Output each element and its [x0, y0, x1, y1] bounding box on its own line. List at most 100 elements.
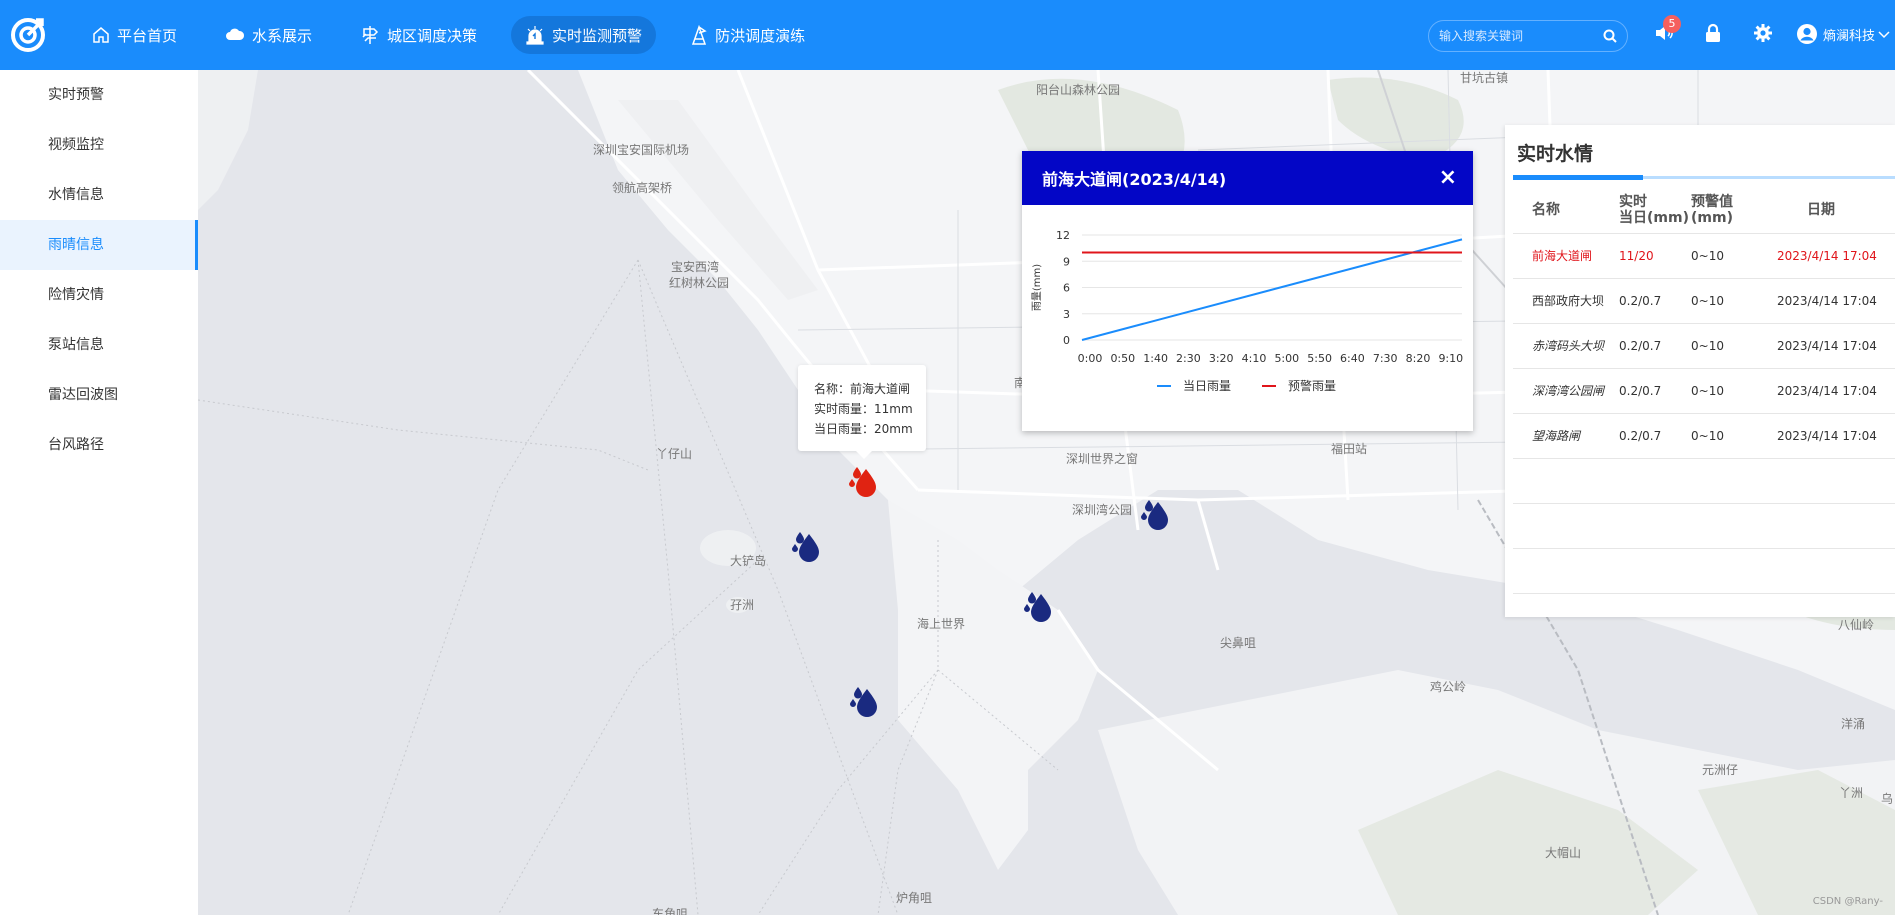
sidebar-item-pump-station[interactable]: 泵站信息 — [0, 320, 198, 370]
signpost-icon — [362, 26, 379, 44]
table-row[interactable]: 赤湾码头大坝 0.2/0.7 0~10 2023/4/14 17:04 — [1513, 323, 1895, 369]
sidebar-item-typhoon-path[interactable]: 台风路径 — [0, 420, 198, 470]
sidebar-item-water-info[interactable]: 水情信息 — [0, 170, 198, 220]
y-tick-label: 9 — [1063, 255, 1070, 268]
col-header-realtime: 实时 当日(mm) — [1611, 187, 1691, 234]
table-row[interactable]: 望海路闸 0.2/0.7 0~10 2023/4/14 17:04 — [1513, 413, 1895, 459]
row-value: 0.2/0.7 — [1611, 368, 1691, 414]
chevron-down-icon — [1878, 31, 1890, 39]
popup-header: 前海大道闸(2023/4/14) × — [1022, 151, 1473, 205]
rain-line-chart: 0 3 6 9 12 0:00 0:50 1:40 2:30 3:20 4:10 5:00 5:50 6:… — [1031, 229, 1463, 393]
rain-station-alert-icon[interactable] — [849, 465, 883, 499]
map-place-label: 东角咀 — [652, 907, 689, 915]
nav-flood-drill[interactable]: 防洪调度演练 — [676, 16, 819, 54]
map-place-label: 元洲仔 — [1702, 763, 1739, 777]
row-value: 0.2/0.7 — [1611, 323, 1691, 369]
tooltip-daily-rain: 当日雨量：20mm — [814, 422, 913, 436]
row-value: 11/20 — [1611, 233, 1691, 279]
table-row-empty — [1513, 548, 1895, 594]
col-header-realtime-a: 实时 — [1619, 193, 1647, 210]
nav-label: 平台首页 — [117, 26, 178, 45]
map-place-label: 领航高架桥 — [612, 181, 673, 195]
close-icon[interactable]: × — [1439, 167, 1457, 189]
row-date: 2023/4/14 17:04 — [1773, 278, 1895, 324]
nav-water-system[interactable]: 水系展示 — [211, 16, 326, 54]
map-place-label: 深圳宝安国际机场 — [593, 143, 690, 157]
sidebar-item-video-monitor[interactable]: 视频监控 — [0, 120, 198, 170]
row-value: 0.2/0.7 — [1611, 278, 1691, 324]
map-place-label: 炉角咀 — [896, 891, 933, 905]
home-icon — [93, 27, 109, 43]
table-row[interactable]: 前海大道闸 11/20 0~10 2023/4/14 17:04 — [1513, 233, 1895, 279]
map-place-label: 八仙岭 — [1838, 618, 1875, 632]
panel-title: 实时水情 — [1517, 143, 1594, 165]
nav-label: 城区调度决策 — [387, 26, 478, 45]
row-threshold: 0~10 — [1691, 413, 1773, 459]
row-value: 0.2/0.7 — [1611, 413, 1691, 459]
user-avatar-icon — [1797, 24, 1817, 44]
y-tick-label: 0 — [1063, 334, 1070, 347]
popup-title: 前海大道闸(2023/4/14) — [1042, 170, 1227, 189]
row-name: 赤湾码头大坝 — [1513, 323, 1611, 369]
table-header-row: 名称 实时 当日(mm) 预警值(mm) 日期 — [1513, 187, 1895, 234]
x-tick-label: 7:30 — [1373, 352, 1398, 365]
top-navbar: 平台首页 水系展示 城区调度决策 实时监测预警 防洪调度演练 5 熵澜科技 — [0, 0, 1895, 70]
map-place-label: 海上世界 — [917, 617, 966, 631]
sidebar-item-disaster-info[interactable]: 险情灾情 — [0, 270, 198, 320]
x-tick-label: 1:40 — [1143, 352, 1168, 365]
credit-text: CSDN @Rany- — [1812, 896, 1883, 907]
flag-icon — [692, 25, 707, 45]
row-date: 2023/4/14 17:04 — [1773, 323, 1895, 369]
col-header-name: 名称 — [1513, 187, 1611, 234]
row-name: 西部政府大坝 — [1513, 278, 1611, 324]
tooltip-realtime-rain: 实时雨量：11mm — [814, 402, 913, 416]
table-row[interactable]: 西部政府大坝 0.2/0.7 0~10 2023/4/14 17:04 — [1513, 278, 1895, 324]
map-place-label: 丫仔山 — [656, 447, 693, 461]
row-threshold: 0~10 — [1691, 368, 1773, 414]
row-name: 望海路闸 — [1513, 413, 1611, 459]
x-tick-label: 3:20 — [1209, 352, 1234, 365]
sidebar-item-radar-echo[interactable]: 雷达回波图 — [0, 370, 198, 420]
col-header-threshold: 预警值(mm) — [1691, 187, 1773, 234]
map-place-label: 乌 — [1881, 792, 1894, 806]
nav-home[interactable]: 平台首页 — [78, 16, 191, 54]
row-date: 2023/4/14 17:04 — [1773, 413, 1895, 459]
water-table: 名称 实时 当日(mm) 预警值(mm) 日期 前海大道闸 11/20 0~10 … — [1513, 187, 1895, 594]
row-date: 2023/4/14 17:04 — [1773, 233, 1895, 279]
rain-station-icon[interactable] — [1024, 590, 1058, 624]
sidebar-item-rain-info[interactable]: 雨晴信息 — [0, 220, 198, 270]
user-menu[interactable]: 熵澜科技 — [1796, 23, 1895, 45]
row-threshold: 0~10 — [1691, 233, 1773, 279]
col-header-realtime-b: 当日(mm) — [1619, 209, 1689, 226]
rain-station-icon[interactable] — [850, 685, 884, 719]
y-tick-label: 6 — [1063, 282, 1070, 295]
notification-badge: 5 — [1663, 15, 1681, 33]
lock-icon[interactable] — [1704, 23, 1722, 43]
x-tick-label: 8:20 — [1406, 352, 1431, 365]
tooltip-name: 名称：前海大道闸 — [814, 382, 911, 396]
y-tick-label: 3 — [1063, 308, 1070, 321]
x-tick-label: 0:00 — [1078, 352, 1103, 365]
rain-station-icon[interactable] — [792, 530, 826, 564]
map-place-label: 甘坑古镇 — [1460, 71, 1509, 85]
nav-label: 水系展示 — [252, 26, 313, 45]
map-place-label: 阳台山森林公园 — [1036, 83, 1121, 97]
sidebar-item-realtime-warning[interactable]: 实时预警 — [0, 70, 198, 120]
nav-dispatch-decision[interactable]: 城区调度决策 — [346, 16, 491, 54]
col-header-date: 日期 — [1773, 187, 1895, 234]
legend-label: 当日雨量 — [1183, 379, 1231, 393]
map-place-label: 尖鼻咀 — [1220, 636, 1257, 650]
app-logo-icon[interactable] — [8, 14, 48, 54]
alarm-light-icon — [526, 26, 544, 45]
rain-station-icon[interactable] — [1141, 498, 1175, 532]
panel-title-underline — [1513, 175, 1895, 180]
x-tick-label: 0:50 — [1110, 352, 1135, 365]
gear-icon[interactable] — [1753, 23, 1773, 43]
search-input[interactable] — [1439, 29, 1599, 43]
table-row-empty — [1513, 503, 1895, 549]
table-row[interactable]: 深湾湾公园闸 0.2/0.7 0~10 2023/4/14 17:04 — [1513, 368, 1895, 414]
search-icon[interactable] — [1603, 29, 1617, 43]
nav-realtime-monitoring[interactable]: 实时监测预警 — [511, 16, 657, 54]
user-name: 熵澜科技 — [1823, 28, 1876, 44]
map-place-label: 大帽山 — [1545, 846, 1582, 860]
